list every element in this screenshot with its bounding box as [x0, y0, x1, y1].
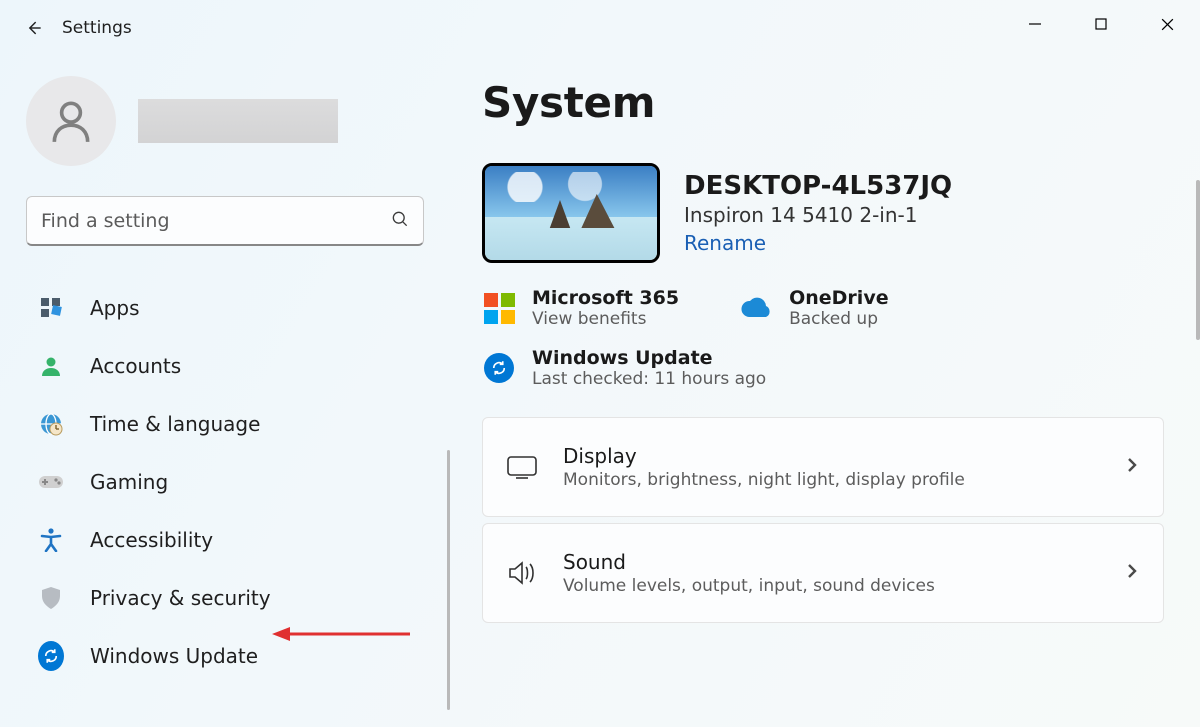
apps-icon — [38, 295, 64, 321]
sync-icon — [482, 351, 516, 385]
profile-block[interactable] — [26, 76, 436, 166]
setting-sound[interactable]: Sound Volume levels, output, input, soun… — [482, 523, 1164, 623]
sidebar-item-privacy-security[interactable]: Privacy & security — [26, 570, 436, 626]
profile-name-redacted — [138, 99, 338, 143]
main-content: System DESKTOP-4L537JQ Inspiron 14 5410 … — [450, 56, 1200, 727]
nav-list: Apps Accounts Time & language Gaming — [26, 280, 436, 684]
status-title: OneDrive — [789, 287, 889, 309]
microsoft-logo-icon — [482, 291, 516, 325]
time-language-icon — [38, 411, 64, 437]
rename-link[interactable]: Rename — [684, 231, 952, 255]
titlebar: Settings — [0, 0, 1200, 56]
avatar — [26, 76, 116, 166]
desktop-wallpaper-thumb — [482, 163, 660, 263]
main-scrollbar[interactable] — [1196, 180, 1200, 340]
minimize-button[interactable] — [1002, 0, 1068, 48]
accounts-icon — [38, 353, 64, 379]
settings-list: Display Monitors, brightness, night ligh… — [482, 417, 1164, 623]
device-summary[interactable]: DESKTOP-4L537JQ Inspiron 14 5410 2-in-1 … — [482, 163, 1164, 263]
setting-title: Sound — [563, 550, 935, 574]
status-windows-update[interactable]: Windows Update Last checked: 11 hours ag… — [482, 347, 1164, 389]
maximize-button[interactable] — [1068, 0, 1134, 48]
sidebar-item-label: Gaming — [90, 470, 168, 494]
search-input[interactable] — [26, 196, 424, 246]
shield-icon — [38, 585, 64, 611]
status-subtitle: Last checked: 11 hours ago — [532, 369, 766, 389]
back-button[interactable] — [12, 6, 56, 50]
windows-update-icon — [38, 643, 64, 669]
sidebar-item-apps[interactable]: Apps — [26, 280, 436, 336]
accessibility-icon — [38, 527, 64, 553]
window-controls — [1002, 0, 1200, 56]
search-icon — [390, 209, 410, 233]
sidebar-item-label: Windows Update — [90, 644, 258, 668]
sidebar-item-time-language[interactable]: Time & language — [26, 396, 436, 452]
sidebar-item-label: Time & language — [90, 412, 260, 436]
status-microsoft-365[interactable]: Microsoft 365 View benefits — [482, 287, 679, 329]
sidebar-item-label: Privacy & security — [90, 586, 271, 610]
sidebar-item-windows-update[interactable]: Windows Update — [26, 628, 436, 684]
sidebar-item-label: Accessibility — [90, 528, 213, 552]
onedrive-icon — [739, 291, 773, 325]
device-model: Inspiron 14 5410 2-in-1 — [684, 203, 952, 227]
search-wrapper — [26, 196, 424, 246]
device-name: DESKTOP-4L537JQ — [684, 171, 952, 201]
sound-icon — [505, 556, 539, 590]
status-onedrive[interactable]: OneDrive Backed up — [739, 287, 889, 329]
gaming-icon — [38, 469, 64, 495]
setting-title: Display — [563, 444, 965, 468]
sidebar-item-label: Accounts — [90, 354, 181, 378]
page-title: System — [482, 78, 1164, 127]
status-title: Microsoft 365 — [532, 287, 679, 309]
sidebar-item-accounts[interactable]: Accounts — [26, 338, 436, 394]
sidebar-item-gaming[interactable]: Gaming — [26, 454, 436, 510]
chevron-right-icon — [1123, 562, 1141, 584]
sidebar-item-label: Apps — [90, 296, 140, 320]
setting-display[interactable]: Display Monitors, brightness, night ligh… — [482, 417, 1164, 517]
sidebar-item-accessibility[interactable]: Accessibility — [26, 512, 436, 568]
close-button[interactable] — [1134, 0, 1200, 48]
status-title: Windows Update — [532, 347, 766, 369]
status-grid: Microsoft 365 View benefits OneDrive Bac… — [482, 287, 1164, 389]
chevron-right-icon — [1123, 456, 1141, 478]
setting-description: Monitors, brightness, night light, displ… — [563, 470, 965, 490]
app-title: Settings — [62, 18, 132, 38]
setting-description: Volume levels, output, input, sound devi… — [563, 576, 935, 596]
status-subtitle: Backed up — [789, 309, 889, 329]
display-icon — [505, 450, 539, 484]
sidebar: Apps Accounts Time & language Gaming — [0, 56, 450, 727]
status-subtitle: View benefits — [532, 309, 679, 329]
